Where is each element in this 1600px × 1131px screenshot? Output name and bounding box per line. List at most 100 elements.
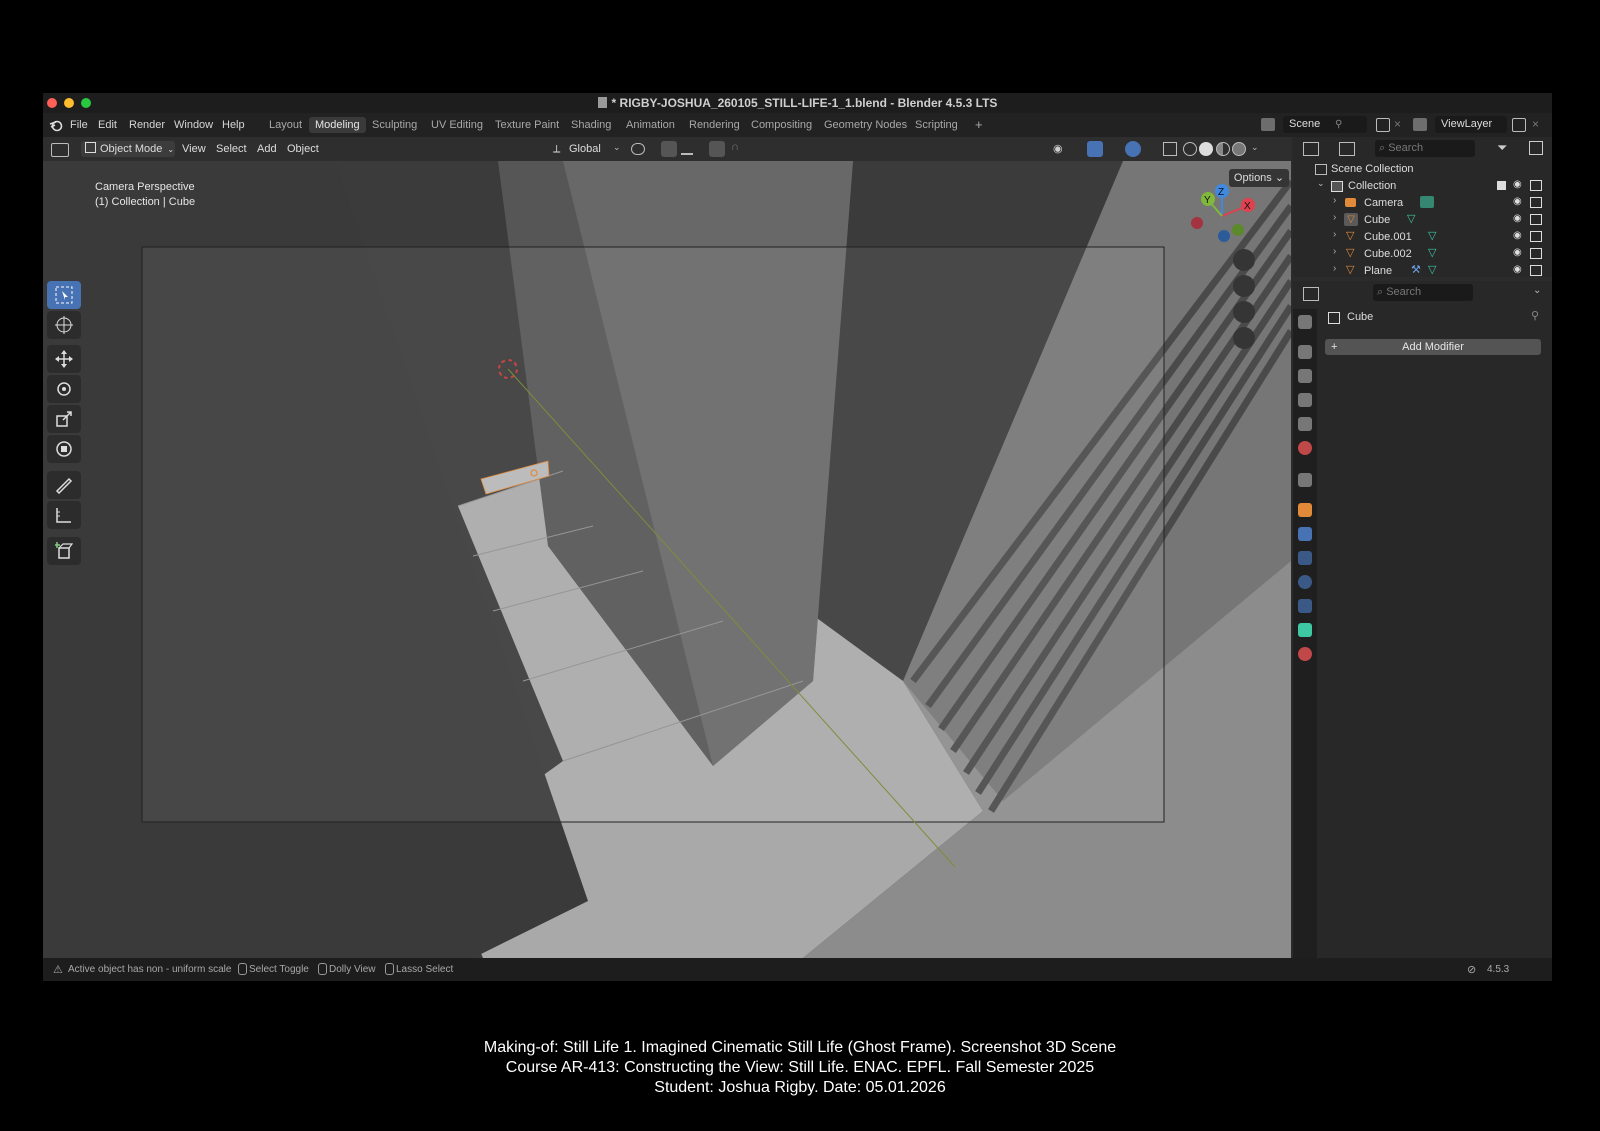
add-cube-tool[interactable] bbox=[47, 537, 81, 565]
remove-scene-icon[interactable]: × bbox=[1394, 117, 1401, 131]
menu-help[interactable]: Help bbox=[222, 119, 245, 131]
overlay-toggle-icon[interactable] bbox=[1125, 141, 1141, 157]
eye-icon[interactable]: ◉ bbox=[1513, 179, 1522, 190]
pivot-point-icon[interactable] bbox=[631, 143, 645, 155]
transform-tool[interactable] bbox=[47, 435, 81, 463]
cursor-tool[interactable] bbox=[47, 311, 81, 339]
world-tab-icon[interactable] bbox=[1298, 441, 1312, 455]
eye-icon[interactable]: ◉ bbox=[1513, 247, 1522, 258]
collection-tab-icon[interactable] bbox=[1298, 473, 1312, 487]
xray-toggle-icon[interactable] bbox=[1163, 142, 1177, 156]
viewport-3d[interactable]: Camera Perspective (1) Collection | Cube… bbox=[43, 161, 1291, 958]
lock-camera-icon[interactable] bbox=[1233, 327, 1255, 349]
wireframe-shading-icon[interactable] bbox=[1183, 142, 1197, 156]
measure-tool[interactable] bbox=[47, 501, 81, 529]
tab-scripting[interactable]: Scripting bbox=[909, 117, 964, 133]
tab-compositing[interactable]: Compositing bbox=[745, 117, 818, 133]
viewlayer-selector-icon[interactable] bbox=[1413, 118, 1427, 131]
menu-render[interactable]: Render bbox=[129, 119, 165, 131]
data-tab-icon[interactable] bbox=[1298, 623, 1312, 637]
new-viewlayer-icon[interactable] bbox=[1512, 118, 1526, 132]
scene-field[interactable]: Scene bbox=[1283, 116, 1367, 133]
constraints-tab-icon[interactable] bbox=[1298, 599, 1312, 613]
rendered-shading-icon[interactable] bbox=[1232, 142, 1246, 156]
select-box-tool[interactable] bbox=[47, 281, 81, 309]
output-tab-icon[interactable] bbox=[1298, 369, 1312, 383]
move-tool[interactable] bbox=[47, 345, 81, 373]
camera-view-icon[interactable] bbox=[1233, 301, 1255, 323]
render-icon[interactable] bbox=[1530, 265, 1542, 276]
new-scene-icon[interactable] bbox=[1376, 118, 1390, 132]
view-layer-tab-icon[interactable] bbox=[1298, 393, 1312, 407]
snap-toggle-icon[interactable] bbox=[661, 141, 677, 157]
transform-orientation-dropdown[interactable]: Global bbox=[569, 141, 601, 157]
tab-shading[interactable]: Shading bbox=[565, 117, 617, 133]
collection-label[interactable]: Collection bbox=[1348, 178, 1396, 194]
menu-edit[interactable]: Edit bbox=[98, 119, 117, 131]
object-tab-icon[interactable] bbox=[1298, 503, 1312, 517]
tab-layout[interactable]: Layout bbox=[263, 117, 308, 133]
menu-window[interactable]: Window bbox=[174, 119, 213, 131]
chevron-down-icon[interactable]: ⌄ bbox=[1533, 285, 1541, 296]
menu-file[interactable]: File bbox=[70, 119, 88, 131]
eye-icon[interactable]: ◉ bbox=[1513, 213, 1522, 224]
visibility-selectability-icon[interactable]: ◉ bbox=[1053, 142, 1063, 155]
properties-search-input[interactable]: ⌕ Search bbox=[1373, 284, 1473, 301]
proportional-edit-icon[interactable] bbox=[709, 141, 725, 157]
render-tab-icon[interactable] bbox=[1298, 345, 1312, 359]
render-icon[interactable] bbox=[1530, 231, 1542, 242]
object-mode-dropdown[interactable]: Object Mode ⌄ bbox=[81, 141, 175, 157]
add-modifier-button[interactable]: + Add Modifier bbox=[1325, 339, 1541, 355]
tool-tab-icon[interactable] bbox=[1298, 315, 1312, 329]
material-tab-icon[interactable] bbox=[1298, 647, 1312, 661]
tab-sculpting[interactable]: Sculpting bbox=[366, 117, 423, 133]
remove-viewlayer-icon[interactable]: × bbox=[1532, 117, 1539, 131]
tab-modeling[interactable]: Modeling bbox=[309, 117, 366, 133]
solid-shading-icon[interactable] bbox=[1199, 142, 1213, 156]
eye-icon[interactable]: ◉ bbox=[1513, 230, 1522, 241]
scene-collection-label[interactable]: Scene Collection bbox=[1331, 161, 1414, 177]
pin-icon[interactable]: ⚲ bbox=[1531, 309, 1539, 322]
menu-select[interactable]: Select bbox=[216, 141, 247, 157]
properties-editor-type-icon[interactable] bbox=[1303, 287, 1319, 301]
add-workspace-icon[interactable]: + bbox=[975, 117, 983, 132]
render-icon[interactable] bbox=[1530, 248, 1542, 259]
outliner-editor-type-icon[interactable] bbox=[1303, 142, 1319, 156]
display-mode-icon[interactable] bbox=[1339, 142, 1355, 156]
render-icon[interactable] bbox=[1530, 214, 1542, 225]
tab-uv-editing[interactable]: UV Editing bbox=[425, 117, 489, 133]
particles-tab-icon[interactable] bbox=[1298, 551, 1312, 565]
blender-logo-icon[interactable] bbox=[49, 118, 63, 132]
scene-tab-icon[interactable] bbox=[1298, 417, 1312, 431]
menu-object[interactable]: Object bbox=[287, 141, 319, 157]
scale-tool[interactable] bbox=[47, 405, 81, 433]
viewlayer-field[interactable]: ViewLayer bbox=[1435, 116, 1507, 133]
menu-add[interactable]: Add bbox=[257, 141, 277, 157]
navigation-gizmo[interactable]: Z X Y bbox=[1187, 181, 1257, 251]
outliner-search-input[interactable]: ⌕ Search bbox=[1375, 140, 1475, 157]
zoom-view-icon[interactable] bbox=[1233, 249, 1255, 271]
tab-geometry-nodes[interactable]: Geometry Nodes bbox=[818, 117, 913, 133]
editor-type-icon[interactable] bbox=[51, 143, 69, 157]
falloff-icon[interactable]: ∩ bbox=[731, 141, 739, 153]
chevron-down-icon[interactable]: ⌄ bbox=[1317, 178, 1325, 189]
modifier-tab-icon[interactable] bbox=[1298, 527, 1312, 541]
pan-view-icon[interactable] bbox=[1233, 275, 1255, 297]
chevron-down-icon[interactable]: ⌄ bbox=[1251, 142, 1259, 153]
tab-rendering[interactable]: Rendering bbox=[683, 117, 746, 133]
render-icon[interactable] bbox=[1530, 197, 1542, 208]
rotate-tool[interactable] bbox=[47, 375, 81, 403]
pin-scene-icon[interactable]: ⚲ bbox=[1335, 119, 1342, 130]
gizmo-toggle-icon[interactable] bbox=[1087, 141, 1103, 157]
annotate-tool[interactable] bbox=[47, 471, 81, 499]
render-icon[interactable] bbox=[1530, 180, 1542, 191]
filter-icon[interactable]: ⏷ bbox=[1497, 140, 1507, 156]
physics-tab-icon[interactable] bbox=[1298, 575, 1312, 589]
menu-view[interactable]: View bbox=[182, 141, 206, 157]
material-preview-icon[interactable] bbox=[1216, 142, 1230, 156]
new-collection-icon[interactable] bbox=[1529, 141, 1543, 155]
tab-texture-paint[interactable]: Texture Paint bbox=[489, 117, 565, 133]
eye-icon[interactable]: ◉ bbox=[1513, 264, 1522, 275]
checkbox-icon[interactable] bbox=[1497, 181, 1506, 190]
scene-selector-icon[interactable] bbox=[1261, 118, 1275, 131]
